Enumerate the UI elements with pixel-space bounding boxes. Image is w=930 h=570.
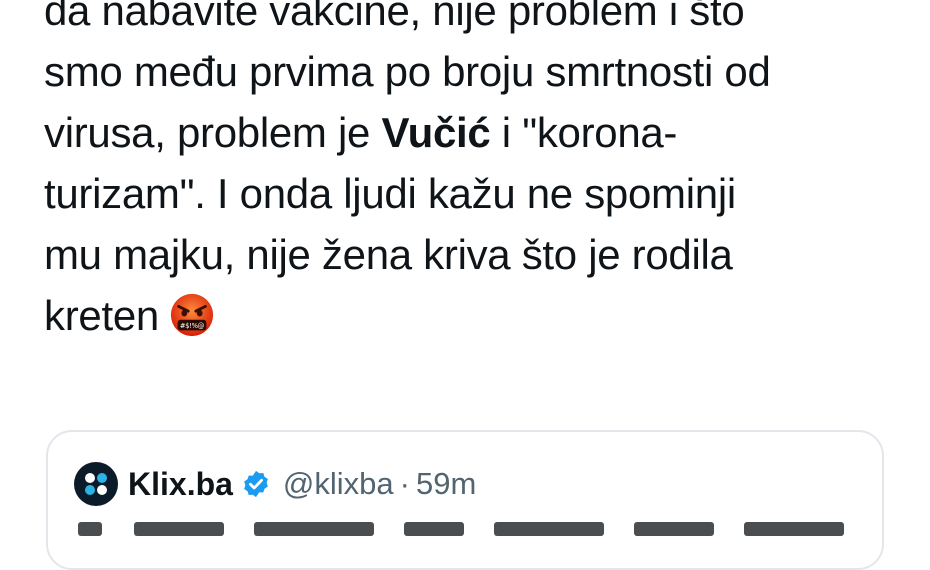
svg-text:#$!%@: #$!%@ bbox=[180, 322, 205, 330]
avatar[interactable] bbox=[74, 462, 118, 506]
tweet-line-6: kreten #$!%@ bbox=[44, 285, 904, 346]
tweet-line-2: smo među prvima po broju smrtnosti od bbox=[44, 48, 771, 95]
tweet-line-4: turizam". I onda ljudi kažu ne spominji bbox=[44, 170, 736, 217]
tweet-line-5: mu majku, nije žena kriva što je rodila bbox=[44, 231, 733, 278]
quoted-tweet-text-cutoff bbox=[74, 516, 854, 536]
tweet-line-3-suffix: i "korona- bbox=[490, 109, 678, 156]
cutoff-glyph bbox=[494, 522, 604, 536]
cutoff-glyph bbox=[134, 522, 224, 536]
mention-bold: Vučić bbox=[381, 109, 491, 156]
cutoff-glyph bbox=[404, 522, 464, 536]
verified-badge-icon bbox=[244, 470, 268, 498]
cutoff-glyph bbox=[744, 522, 844, 536]
tweet-line-1: da nabavite vakcine, nije problem i što bbox=[44, 0, 745, 34]
cutoff-glyph bbox=[254, 522, 374, 536]
tweet-line-3-prefix: virusa, problem je bbox=[44, 109, 382, 156]
tweet-text: da nabavite vakcine, nije problem i što … bbox=[44, 0, 904, 346]
cutoff-glyph bbox=[634, 522, 714, 536]
separator-dot: · bbox=[399, 466, 410, 501]
author-name[interactable]: Klix.ba bbox=[128, 466, 233, 503]
quoted-tweet-header: Klix.ba @klixba · 59m bbox=[74, 462, 476, 506]
tweet-timestamp[interactable]: 59m bbox=[416, 466, 476, 502]
angry-face-with-symbols-icon: #$!%@ bbox=[170, 293, 214, 337]
cutoff-glyph bbox=[78, 522, 102, 536]
author-handle[interactable]: @klixba bbox=[283, 466, 394, 502]
quoted-tweet-card[interactable]: Klix.ba @klixba · 59m bbox=[46, 430, 884, 570]
tweet-line-3: virusa, problem je Vučić i "korona- bbox=[44, 102, 904, 163]
klix-logo-icon bbox=[85, 473, 107, 495]
tweet-line-6-text: kreten bbox=[44, 292, 159, 339]
